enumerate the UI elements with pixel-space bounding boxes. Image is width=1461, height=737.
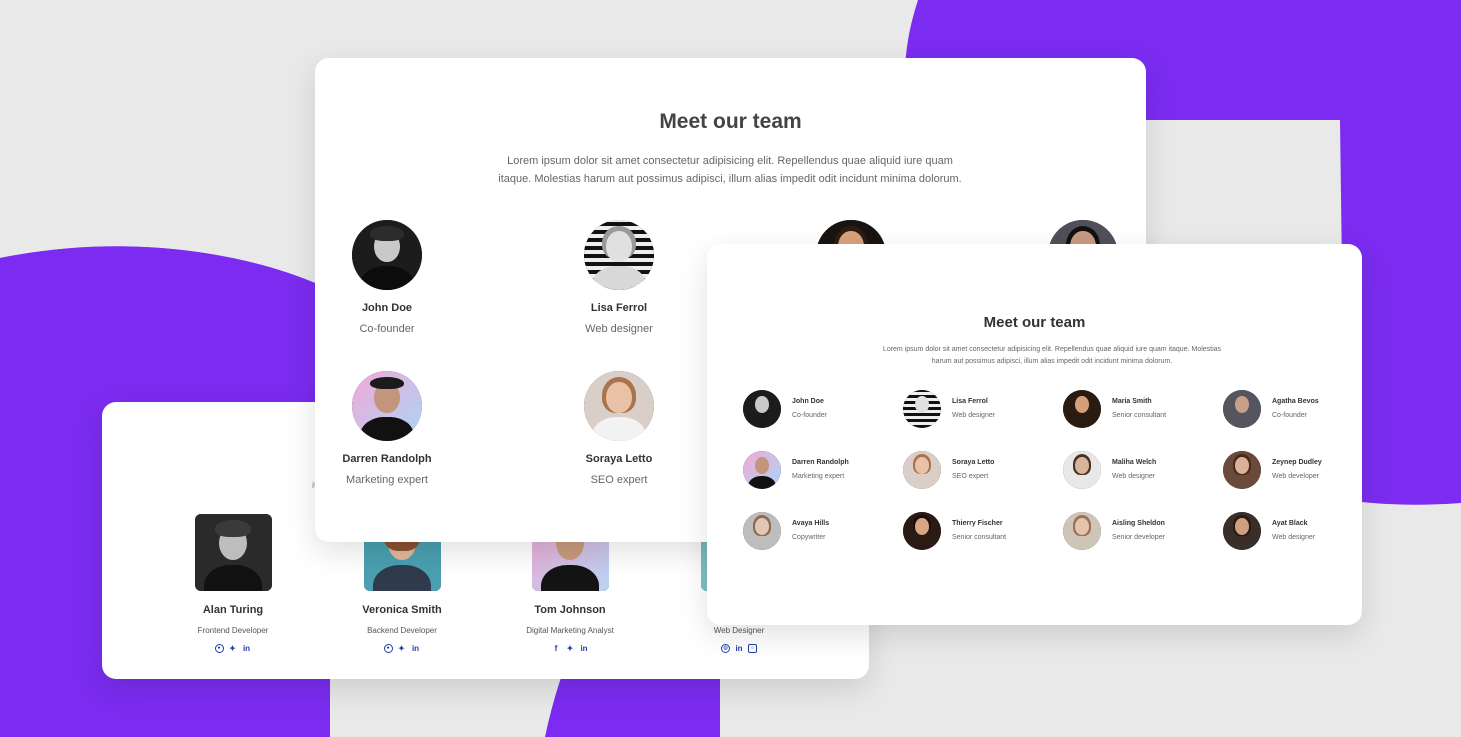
member-role: Copywriter — [792, 534, 826, 541]
member-role: Marketing expert — [792, 473, 845, 480]
member-role: Co-founder — [359, 323, 415, 335]
member-name: Lisa Ferrol — [590, 302, 648, 314]
member-name: Avaya Hills — [792, 520, 830, 527]
team-member-card: Avaya Hills Copywriter — [743, 512, 893, 552]
member-role: Web designer — [585, 323, 653, 335]
team-member-card: Darren Randolph Marketing expert — [743, 451, 893, 491]
member-name: Agatha Bevos — [1272, 398, 1319, 405]
linkedin-icon[interactable]: in — [579, 644, 589, 654]
member-avatar — [1223, 451, 1261, 489]
member-name: Darren Randolph — [342, 453, 432, 465]
team-member-card: Soraya Letto SEO expert — [903, 451, 1053, 491]
member-avatar — [903, 451, 941, 489]
member-name: Soraya Letto — [952, 459, 995, 466]
twitter-icon[interactable]: ✦ — [565, 644, 575, 654]
section-title: Meet our team — [983, 314, 1086, 331]
member-name: Maliha Welch — [1112, 459, 1157, 466]
member-avatar — [903, 390, 941, 428]
social-links: ● ✦ in — [148, 644, 318, 654]
member-avatar — [903, 512, 941, 550]
section-description: Lorem ipsum dolor sit amet consectetur a… — [882, 346, 1222, 365]
github-icon[interactable]: ● — [383, 644, 393, 653]
member-name: Alan Turing — [202, 604, 264, 616]
team-member-card: Agatha Bevos Co-founder — [1223, 390, 1362, 430]
linkedin-icon[interactable]: in — [411, 644, 421, 654]
member-role: Co-founder — [1272, 412, 1308, 419]
member-name: John Doe — [792, 398, 824, 405]
section-description: Lorem ipsum dolor sit amet consectetur a… — [498, 155, 962, 185]
team-member-card: Lisa Ferrol Web designer — [539, 220, 699, 335]
instagram-icon[interactable]: ○ — [748, 644, 757, 653]
member-avatar — [1063, 451, 1101, 489]
github-icon[interactable]: ● — [214, 644, 224, 653]
team-member-card: Maria Smith Senior consultant — [1063, 390, 1213, 430]
member-avatar — [1063, 512, 1101, 550]
member-role: Web Designer — [713, 626, 765, 635]
twitter-icon[interactable]: ✦ — [397, 644, 407, 654]
twitter-icon[interactable]: ✦ — [228, 644, 238, 654]
member-role: Web developer — [1272, 473, 1319, 480]
member-avatar — [584, 371, 654, 441]
member-name: Soraya Letto — [585, 453, 653, 465]
member-avatar — [743, 512, 781, 550]
team-member-card: Thierry Fischer Senior consultant — [903, 512, 1053, 552]
member-name: Zeynep Dudley — [1272, 459, 1322, 466]
member-avatar — [584, 220, 654, 290]
member-name: Ayat Black — [1272, 520, 1308, 527]
member-name: Thierry Fischer — [952, 520, 1003, 527]
team-member-card: John Doe Co-founder — [315, 220, 467, 335]
dribbble-icon[interactable]: ◎ — [721, 644, 730, 653]
member-name: Tom Johnson — [534, 604, 606, 616]
member-avatar — [1063, 390, 1101, 428]
team-member-card: Aisling Sheldon Senior developer — [1063, 512, 1213, 552]
member-name: Maria Smith — [1112, 398, 1152, 405]
member-name: Darren Randolph — [792, 459, 849, 466]
member-avatar — [1223, 390, 1261, 428]
social-links: f ✦ in — [485, 644, 655, 654]
member-role: Backend Developer — [367, 626, 437, 635]
facebook-icon[interactable]: f — [551, 644, 561, 654]
member-role: Web designer — [1112, 473, 1156, 480]
member-role: SEO expert — [952, 473, 989, 480]
team-member-card: Zeynep Dudley Web developer — [1223, 451, 1362, 491]
social-links: ◎ in ○ — [654, 644, 824, 654]
member-avatar — [1223, 512, 1261, 550]
member-role: Marketing expert — [346, 474, 428, 486]
team-member-card: Lisa Ferrol Web designer — [903, 390, 1053, 430]
social-links: ● ✦ in — [317, 644, 487, 654]
team-member-card: Alan Turing Frontend Developer ● ✦ in — [148, 514, 318, 654]
member-name: Aisling Sheldon — [1112, 520, 1165, 527]
member-role: SEO expert — [590, 474, 648, 486]
member-role: Senior consultant — [952, 534, 1007, 541]
member-role: Web designer — [1272, 534, 1316, 541]
team-member-card: Darren Randolph Marketing expert — [315, 371, 467, 486]
member-photo — [194, 514, 272, 591]
member-avatar — [743, 390, 781, 428]
team-member-card: Soraya Letto SEO expert — [539, 371, 699, 486]
linkedin-icon[interactable]: in — [242, 644, 252, 654]
member-role: Digital Marketing Analyst — [526, 626, 614, 635]
team-member-card: John Doe Co-founder — [743, 390, 893, 430]
member-avatar — [352, 371, 422, 441]
team-member-card: Ayat Black Web designer — [1223, 512, 1362, 552]
team-card-compact: Meet our team Lorem ipsum dolor sit amet… — [707, 244, 1362, 625]
member-role: Co-founder — [792, 412, 828, 419]
member-role: Senior consultant — [1112, 412, 1167, 419]
member-role: Frontend Developer — [197, 626, 269, 635]
member-avatar — [352, 220, 422, 290]
member-name: John Doe — [361, 302, 413, 314]
member-role: Web designer — [952, 412, 996, 419]
linkedin-icon[interactable]: in — [734, 644, 744, 654]
member-name: Veronica Smith — [362, 604, 442, 616]
section-title: Meet our team — [659, 110, 802, 133]
member-avatar — [743, 451, 781, 489]
team-member-card: Maliha Welch Web designer — [1063, 451, 1213, 491]
member-role: Senior developer — [1112, 534, 1165, 541]
member-name: Lisa Ferrol — [952, 398, 988, 405]
